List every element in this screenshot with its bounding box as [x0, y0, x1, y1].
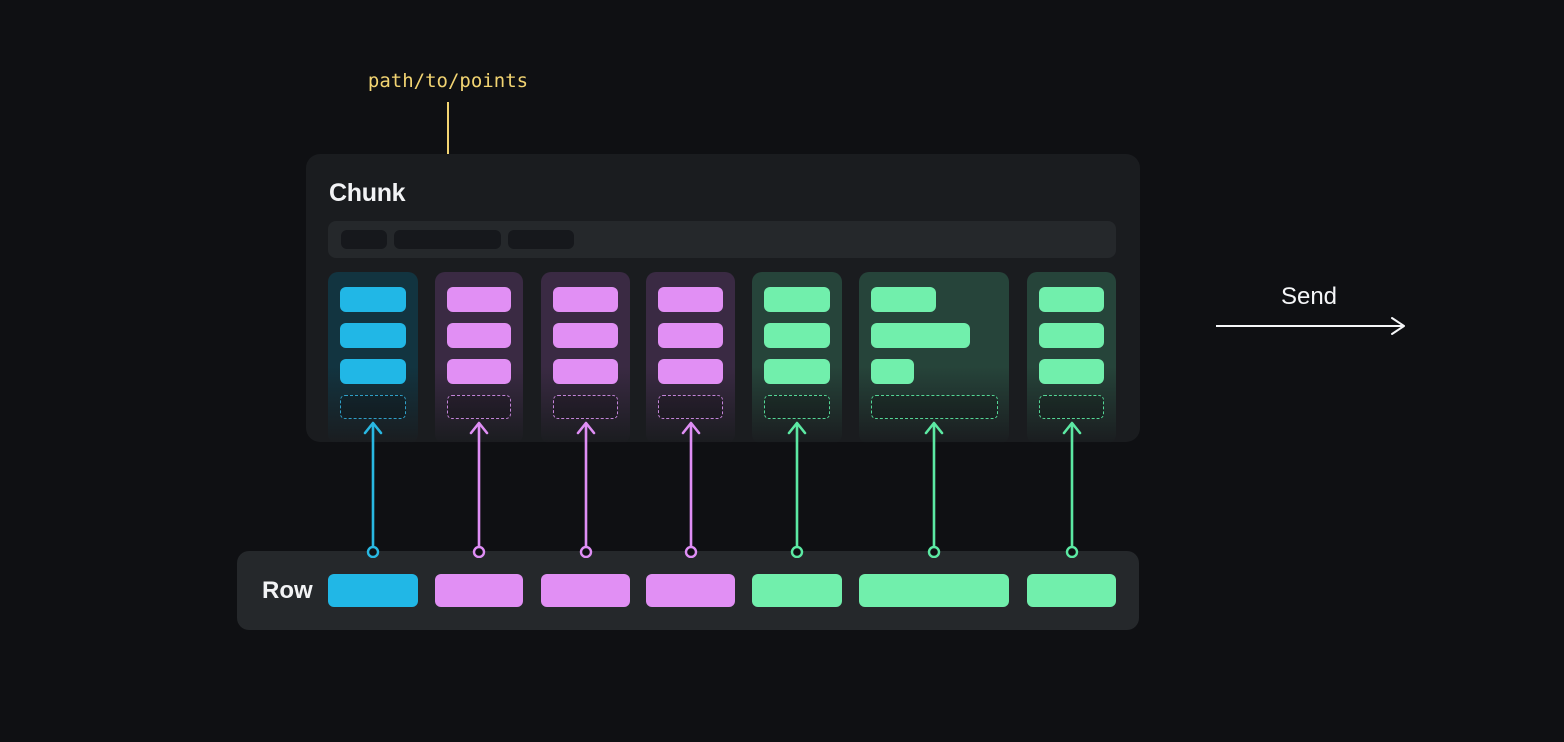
column-block [871, 323, 970, 348]
column-block [1039, 323, 1104, 348]
column-up-arrow-icon [467, 418, 491, 558]
column-block [764, 359, 830, 384]
row-block-1 [328, 574, 418, 607]
column-up-arrow-icon [679, 418, 703, 558]
column-dashed-slot [553, 395, 618, 419]
row-block-3 [541, 574, 630, 607]
row-block-2 [435, 574, 523, 607]
column-block [553, 287, 618, 312]
row-block-4 [646, 574, 735, 607]
column-block [871, 287, 936, 312]
column-block [553, 323, 618, 348]
row-block-6 [859, 574, 1009, 607]
path-annotation-label: path/to/points [348, 70, 548, 92]
column-block [553, 359, 618, 384]
column-up-arrow-icon [1060, 418, 1084, 558]
chunk-toolbar [328, 221, 1116, 258]
column-dashed-slot [871, 395, 998, 419]
column-block [340, 359, 406, 384]
column-block [1039, 287, 1104, 312]
row-panel: Row [237, 551, 1139, 630]
column-dashed-slot [658, 395, 723, 419]
column-dashed-slot [1039, 395, 1104, 419]
column-block [340, 323, 406, 348]
column-block [658, 287, 723, 312]
column-block [764, 287, 830, 312]
column-block [764, 323, 830, 348]
toolbar-pill-3 [508, 230, 574, 249]
column-dashed-slot [340, 395, 406, 419]
row-panel-label: Row [262, 551, 313, 630]
diagram-canvas: path/to/points Chunk Row Send [0, 0, 1564, 742]
send-right-arrow-icon [1214, 316, 1414, 336]
column-block [447, 323, 511, 348]
column-block [658, 359, 723, 384]
column-up-arrow-icon [922, 418, 946, 558]
chunk-panel: Chunk [306, 154, 1140, 442]
column-block [447, 287, 511, 312]
column-dashed-slot [447, 395, 511, 419]
row-block-5 [752, 574, 842, 607]
column-dashed-slot [764, 395, 830, 419]
column-block [1039, 359, 1104, 384]
toolbar-pill-2 [394, 230, 501, 249]
column-block [340, 287, 406, 312]
column-up-arrow-icon [574, 418, 598, 558]
send-label: Send [1249, 283, 1369, 311]
toolbar-pill-1 [341, 230, 387, 249]
column-block [447, 359, 511, 384]
column-block [658, 323, 723, 348]
column-up-arrow-icon [361, 418, 385, 558]
column-up-arrow-icon [785, 418, 809, 558]
column-block [871, 359, 914, 384]
chunk-panel-title: Chunk [329, 179, 405, 208]
row-block-7 [1027, 574, 1116, 607]
